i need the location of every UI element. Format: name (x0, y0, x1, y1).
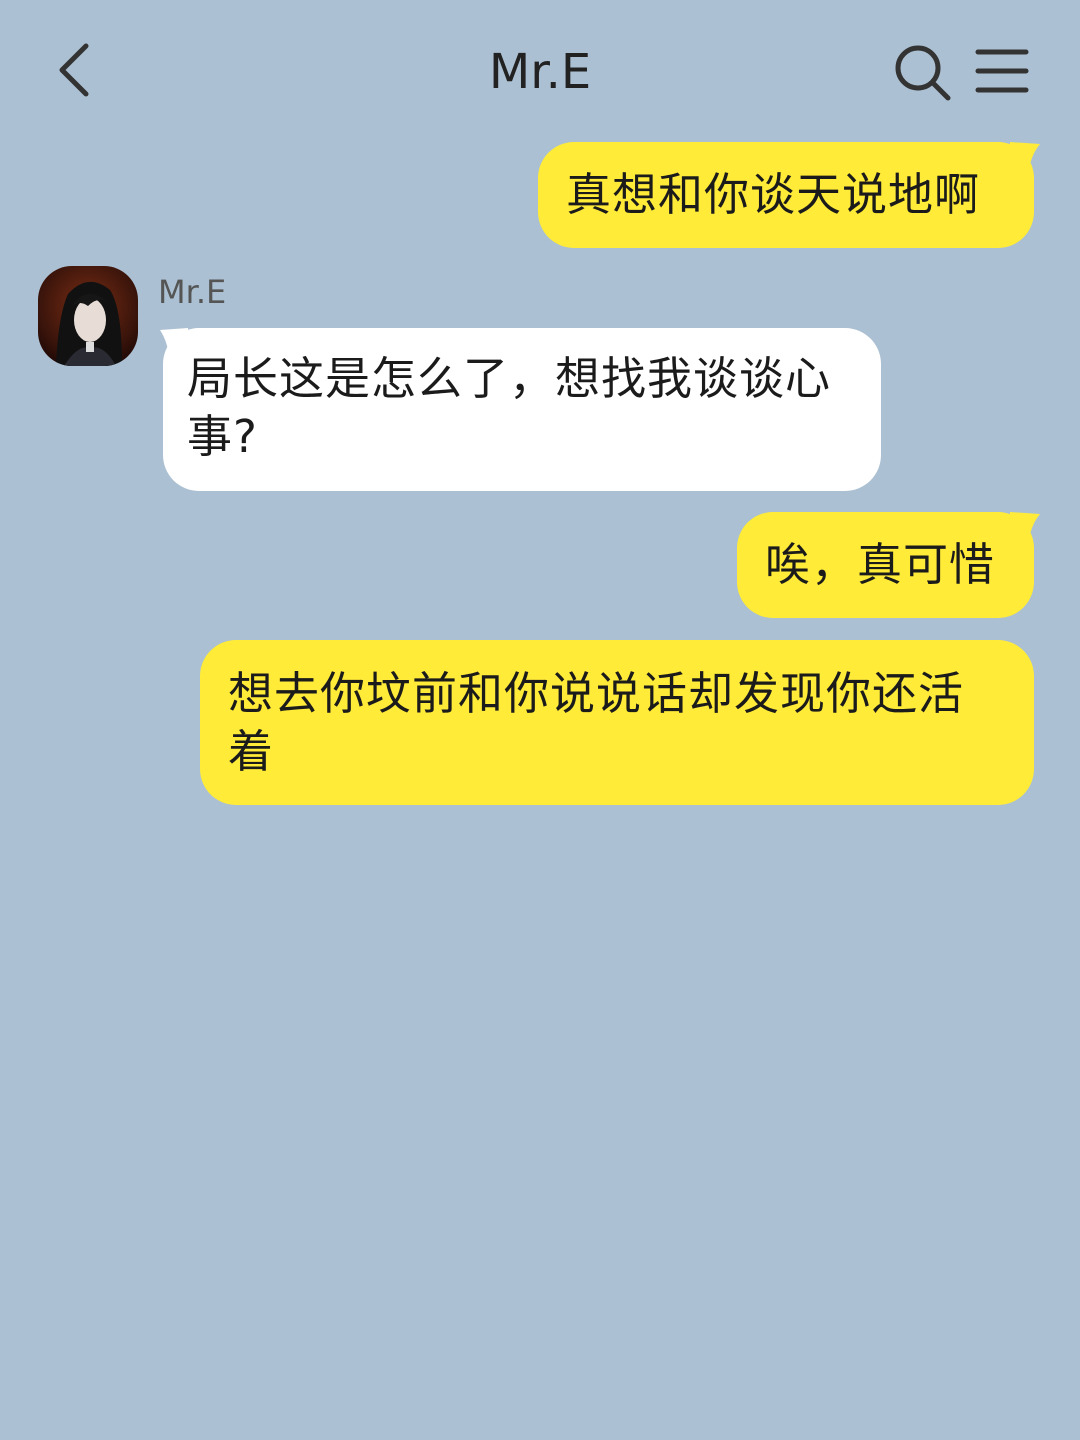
bubble-tail (1010, 512, 1040, 546)
menu-button[interactable] (972, 44, 1032, 100)
search-icon (895, 45, 951, 101)
chat-header: Mr.E (0, 0, 1080, 140)
bubble-tail (1010, 142, 1040, 176)
message-bubble-outgoing[interactable]: 唉，真可惜 (737, 512, 1034, 618)
message-bubble-incoming[interactable]: 局长这是怎么了，想找我谈谈心事? (163, 328, 881, 491)
message-text: 局长这是怎么了，想找我谈谈心事? (187, 352, 832, 463)
search-button[interactable] (890, 40, 954, 104)
avatar-image (38, 266, 138, 366)
message-text: 想去你坟前和你说说话却发现你还活着 (228, 667, 965, 778)
message-text: 唉，真可惜 (765, 538, 996, 591)
message-bubble-outgoing[interactable]: 想去你坟前和你说说话却发现你还活着 (200, 640, 1034, 805)
contact-avatar[interactable] (38, 266, 138, 366)
message-text: 真想和你谈天说地啊 (566, 168, 981, 221)
menu-icon (975, 49, 1029, 93)
message-bubble-outgoing[interactable]: 真想和你谈天说地啊 (538, 142, 1034, 248)
sender-name: Mr.E (158, 273, 227, 311)
